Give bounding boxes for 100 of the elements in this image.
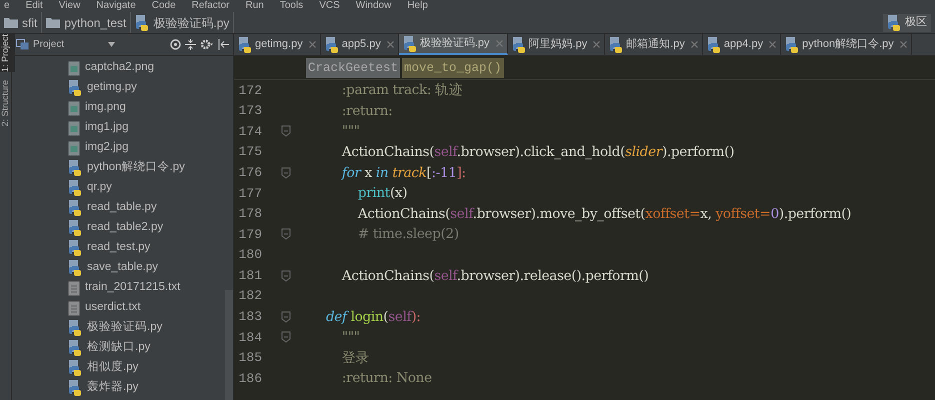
code-line: # time.sleep(2) [356, 225, 459, 244]
file-tree-item[interactable]: captcha2.png [68, 58, 225, 78]
close-icon[interactable] [690, 41, 698, 48]
text-file-icon [68, 280, 80, 296]
editor-tab[interactable]: python解绕口令.py [781, 34, 912, 55]
python-file-icon [887, 14, 901, 30]
image-file-icon [68, 100, 80, 116]
python-file-icon [68, 240, 82, 256]
menu-item[interactable]: Refactor [192, 0, 230, 12]
python-file-icon [512, 36, 526, 52]
file-tree-item[interactable]: getimg.py [68, 78, 225, 98]
editor-tab[interactable]: getimg.py [234, 34, 321, 55]
menu-item[interactable]: Tools [280, 0, 304, 12]
fold-marker-icon[interactable] [281, 228, 291, 240]
file-tree-item[interactable]: 极验验证码.py [68, 318, 225, 338]
editor-tab[interactable]: app4.py [702, 34, 782, 55]
file-tree-item[interactable]: read_table2.py [68, 218, 225, 238]
code-line: 登录 [340, 348, 370, 368]
hide-panel-icon[interactable] [218, 39, 229, 50]
run-config-selector[interactable]: 极区 [883, 14, 931, 32]
panel-title: Project [33, 38, 64, 52]
menu-item[interactable]: View [58, 0, 80, 12]
editor-tab[interactable]: app5.py [320, 34, 399, 55]
file-tree-item[interactable]: userdict.txt [68, 298, 225, 318]
menu-item[interactable]: Navigate [96, 0, 136, 12]
editor-tab[interactable]: 邮箱通知.py [605, 34, 703, 55]
python-file-icon [706, 36, 721, 52]
menu-item[interactable]: VCS [319, 0, 340, 12]
file-tree-item[interactable]: python解绕口令.py [68, 158, 225, 178]
breadcrumb[interactable]: sfit [0, 12, 42, 33]
fold-marker-icon[interactable] [281, 331, 291, 344]
python-file-icon [609, 36, 624, 52]
line-number: 178 [238, 205, 262, 224]
fold-marker-icon[interactable] [281, 310, 291, 323]
python-file-icon [68, 380, 82, 396]
dropdown-caret-icon[interactable] [108, 42, 116, 47]
file-tree-item[interactable]: save_table.py [68, 258, 225, 278]
menu-item[interactable]: Window [356, 0, 392, 12]
collapse-icon[interactable] [185, 39, 196, 50]
menu-item[interactable]: Edit [26, 0, 43, 12]
structure-breadcrumb[interactable]: move_to_gap() [402, 58, 504, 78]
file-tree-item[interactable]: 轰炸器.py [68, 378, 225, 398]
file-tree-item[interactable]: read_test.py [68, 238, 225, 258]
code-line: ActionChains(self.browser).move_by_offset(xoffset=x, yoffset=0).perform() [356, 204, 852, 224]
close-icon[interactable] [386, 41, 394, 48]
locate-icon[interactable] [170, 39, 181, 50]
fold-marker-icon[interactable] [281, 125, 291, 138]
line-number: 184 [238, 328, 262, 347]
file-tree-item[interactable]: img2.jpg [68, 138, 225, 158]
menu-item[interactable]: Code [152, 0, 176, 12]
menu-item[interactable]: e [4, 0, 10, 12]
python-file-icon [68, 180, 82, 196]
line-number: 182 [238, 287, 262, 306]
python-file-icon [238, 36, 252, 52]
text-file-icon [68, 300, 80, 316]
tool-window-tab[interactable]: 2: Structure [0, 80, 15, 127]
tool-window-tab[interactable]: 1: Project [0, 34, 15, 72]
python-file-icon [68, 200, 82, 216]
file-tree-item[interactable]: qr.py [68, 178, 225, 198]
close-icon[interactable] [496, 40, 503, 47]
python-file-icon [68, 340, 82, 356]
close-icon[interactable] [593, 41, 600, 48]
project-view-icon [16, 39, 29, 50]
code-line: """ [340, 122, 360, 142]
file-tree-item[interactable]: 检测缺口.py [68, 338, 225, 358]
menu-item[interactable]: Help [407, 0, 428, 12]
close-icon[interactable] [900, 41, 907, 48]
line-number: 179 [238, 226, 262, 244]
breadcrumb[interactable]: 极验验证码.py [131, 12, 234, 33]
close-icon[interactable] [308, 41, 316, 48]
fold-marker-icon[interactable] [281, 166, 291, 179]
code-line: print(x) [356, 184, 408, 204]
code-line: :return: [340, 102, 392, 121]
python-file-icon [324, 36, 339, 52]
python-file-icon [68, 320, 82, 336]
fold-marker-icon[interactable] [281, 270, 291, 282]
code-line: def login(self): [324, 308, 421, 327]
folder-icon [46, 17, 60, 28]
python-file-icon [135, 14, 150, 30]
image-file-icon [68, 140, 80, 156]
line-number: 185 [238, 349, 262, 368]
python-file-icon [785, 36, 800, 52]
menu-item[interactable]: Run [245, 0, 264, 12]
file-tree-item[interactable]: img.png [68, 98, 225, 118]
line-number: 172 [238, 82, 262, 100]
code-line: for x in track[:-11]: [340, 164, 466, 183]
settings-icon[interactable] [200, 39, 214, 50]
image-file-icon [68, 60, 80, 76]
image-file-icon [68, 120, 80, 136]
folder-icon [4, 17, 18, 28]
editor-tab[interactable]: 阿里妈妈.py [508, 34, 606, 55]
breadcrumb[interactable]: python_test [42, 12, 132, 33]
close-icon[interactable] [769, 41, 776, 48]
file-tree-item[interactable]: train_20171215.txt [68, 278, 225, 298]
file-tree-item[interactable]: img1.jpg [68, 118, 225, 138]
file-tree-item[interactable]: read_table.py [68, 198, 225, 218]
python-file-icon [68, 260, 82, 276]
line-number: 174 [238, 122, 262, 141]
editor-tab[interactable]: 极验验证码.py [398, 34, 508, 55]
file-tree-item[interactable]: 相似度.py [68, 358, 225, 378]
